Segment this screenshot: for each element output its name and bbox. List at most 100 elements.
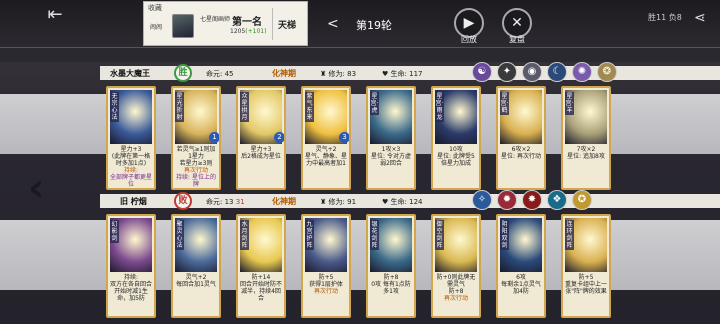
card-description: 防+0则此牌无需灵气 防+8 再次行动 [435, 274, 477, 302]
ladder-label: 天梯 [278, 21, 297, 31]
cultivation-icon: ♜ [320, 70, 327, 78]
card-description: 持续: 双方在各自回合开始时减1生命，加5防 [110, 274, 152, 302]
card[interactable]: 众星拱月 2 星力+3 后2格成为星位 [236, 86, 286, 190]
card-text-line: 灵气+2 [185, 274, 207, 281]
card-description: 星力+3 后2格成为星位 [240, 146, 282, 160]
card-text-line: 每回合加1灵气 [176, 281, 216, 288]
card[interactable]: 水月剑阵防+14 回合开始时防不减半，持续4回合 [236, 214, 286, 318]
card-name: 星光折射 [175, 92, 184, 122]
card-text-line: 回合开始时防不减半，持续4回合 [240, 281, 283, 302]
card-text-line: 星位: 令对方虚弱2回合 [371, 153, 411, 167]
card[interactable]: 星宫·雨龙 10攻 星位: 此牌受5倍星力加成 [431, 86, 481, 190]
life-stat: 命元: 45 [206, 70, 234, 78]
card[interactable]: 阴阳双剑 6攻 每剩余1点灵气加4防 [496, 214, 546, 318]
card[interactable]: 连环剑阵 防+5 重复卡组中上一张"阵"牌的效果 [561, 214, 611, 318]
card-description: 灵气+2 每回合加1灵气 [175, 274, 217, 288]
lose-badge: 败 [174, 192, 192, 210]
card-text-line: 防+8 [448, 288, 464, 295]
card-text-line: 0攻 每有1点防多1攻 [371, 281, 411, 295]
card-text-line: 防+14 [251, 274, 271, 281]
card-cost-badge: 1 [209, 132, 219, 143]
skill-icon[interactable]: ☾ [547, 62, 567, 82]
card[interactable]: 聚灵心法灵气+2 每回合加1灵气 [171, 214, 221, 318]
divider [272, 8, 273, 40]
card-description: 1攻×3 星位: 令对方虚弱2回合 [370, 146, 412, 167]
card-name: 无宗心法 [110, 92, 119, 122]
collect-title: 收藏 [148, 4, 162, 12]
card[interactable]: 幻影剑 持续: 双方在各自回合开始时减1生命，加5防 [106, 214, 156, 318]
card[interactable]: 御空剑阵 防+0则此牌无需灵气 防+8 再次行动 [431, 214, 481, 318]
skill-icon[interactable]: ✸ [522, 190, 542, 210]
card-name: 水月剑阵 [240, 220, 249, 250]
card-text-line: 持续: [123, 167, 139, 174]
play-icon: ▶ [463, 15, 475, 31]
card[interactable]: 星光折射 1 若灵气≥1则加1星力 若星力≥3则 再次行动 持续: 星位上的牌 [171, 86, 221, 190]
review-label: 复盘 [509, 35, 525, 44]
card-description: 7攻×2 星位: 追加8攻 [565, 146, 607, 160]
collect-score: 1205(+101) [230, 28, 267, 35]
card-text-line: 再次行动 [313, 288, 338, 295]
card-description: 防+5 重复卡组中上一张"阵"牌的效果 [565, 274, 607, 295]
avatar [172, 14, 194, 38]
skill-icon[interactable]: ✺ [572, 62, 592, 82]
skill-icon[interactable]: ✹ [497, 190, 517, 210]
card-text-line: 灵气+2 [315, 146, 337, 153]
cultivation-icon: ♜ [320, 198, 327, 206]
card-text-line: 全部牌子都更星位 [110, 174, 153, 188]
card-text-line: 星力+3 [120, 146, 142, 153]
skill-icon[interactable]: ❖ [547, 190, 567, 210]
card-description: 6攻×2 星位: 再次行动 [500, 146, 542, 160]
skill-icon[interactable]: ◉ [522, 62, 542, 82]
card-text-line: 1攻×3 [381, 146, 401, 153]
card-description: 若灵气≥1则加1星力 若星力≥3则 再次行动 持续: 星位上的牌 [175, 146, 217, 188]
card-name: 星宫·虎 [370, 92, 379, 115]
card[interactable]: 星宫·鹤 6攻×2 星位: 再次行动 [496, 86, 546, 190]
card-text-line: 获得1层护体 [309, 281, 343, 288]
skill-icon[interactable]: ✦ [497, 62, 517, 82]
card-text-line: (此牌在第一格时多加1点) [111, 153, 151, 167]
card-name: 九宫护阵 [305, 220, 314, 250]
prev-round-icon[interactable]: < [327, 16, 339, 32]
skill-icon[interactable]: ✪ [572, 190, 592, 210]
card-name: 聚灵心法 [175, 220, 184, 250]
card-name: 紫气东来 [305, 92, 314, 122]
card-text-line: 若灵气≥1则加1星力 [176, 146, 216, 160]
card[interactable]: 星宫·羊 7攻×2 星位: 追加8攻 [561, 86, 611, 190]
hp-icon: ♥ [382, 198, 389, 206]
hp-stat: ♥ 生命: 124 [382, 198, 423, 206]
card-name: 星宫·雨龙 [435, 92, 444, 122]
skill-icon[interactable]: ☯ [472, 62, 492, 82]
card-text-line: 每剩余1点灵气加4防 [501, 281, 541, 295]
card-text-line: 持续: 星位上的牌 [176, 174, 216, 188]
card[interactable]: 星宫·虎 1攻×3 星位: 令对方虚弱2回合 [366, 86, 416, 190]
card-text-line: 星力+3 [250, 146, 272, 153]
card-text-line: 防+8 [383, 274, 399, 281]
collect-rank-title: 七星阁画师 [200, 16, 231, 23]
card-name: 银花剑阵 [370, 220, 379, 250]
realm-label: 化神期 [272, 69, 296, 78]
card-text-line: 星气、静象、星力中最高者加1 [305, 153, 348, 167]
card-description: 10攻 星位: 此牌受5倍星力加成 [435, 146, 477, 167]
card[interactable]: 银花剑阵防+8 0攻 每有1点防多1攻 [366, 214, 416, 318]
cultivation-stat: ♜ 修为: 91 [320, 198, 357, 206]
skill-icon[interactable]: ❂ [597, 62, 617, 82]
share-icon[interactable]: ⋖ [694, 10, 706, 26]
collect-panel[interactable]: 收藏 闹闹 七星阁画师 第一名 1205(+101) 天梯 [143, 1, 308, 46]
card-text-line: 后2格成为星位 [241, 153, 281, 160]
back-arrow-icon[interactable]: ⇤ [40, 6, 70, 24]
collect-place: 第一名 [232, 17, 262, 28]
card-description: 防+14 回合开始时防不减半，持续4回合 [240, 274, 282, 302]
player-name: 水墨大魔王 [110, 69, 150, 78]
card[interactable]: 九宫护阵防+5 获得1层护体 再次行动 [301, 214, 351, 318]
skill-icon[interactable]: ✧ [472, 190, 492, 210]
card[interactable]: 紫气东来 3 灵气+2 星气、静象、星力中最高者加1 [301, 86, 351, 190]
card-text-line: 星位: 此牌受5倍星力加成 [437, 153, 475, 167]
card-text-line: 持续: [123, 274, 139, 281]
card-text-line: 若星力≥3则 [179, 160, 213, 167]
card-description: 星力+3 (此牌在第一格时多加1点) 持续: 全部牌子都更星位 [110, 146, 152, 188]
player-name: 旧 柠烟 [120, 197, 147, 206]
chevron-left-icon[interactable]: ‹ [28, 168, 44, 208]
replay-label: 回放 [461, 35, 477, 44]
card[interactable]: 无宗心法星力+3 (此牌在第一格时多加1点) 持续: 全部牌子都更星位 [106, 86, 156, 190]
card-text-line: 防+5 [318, 274, 334, 281]
